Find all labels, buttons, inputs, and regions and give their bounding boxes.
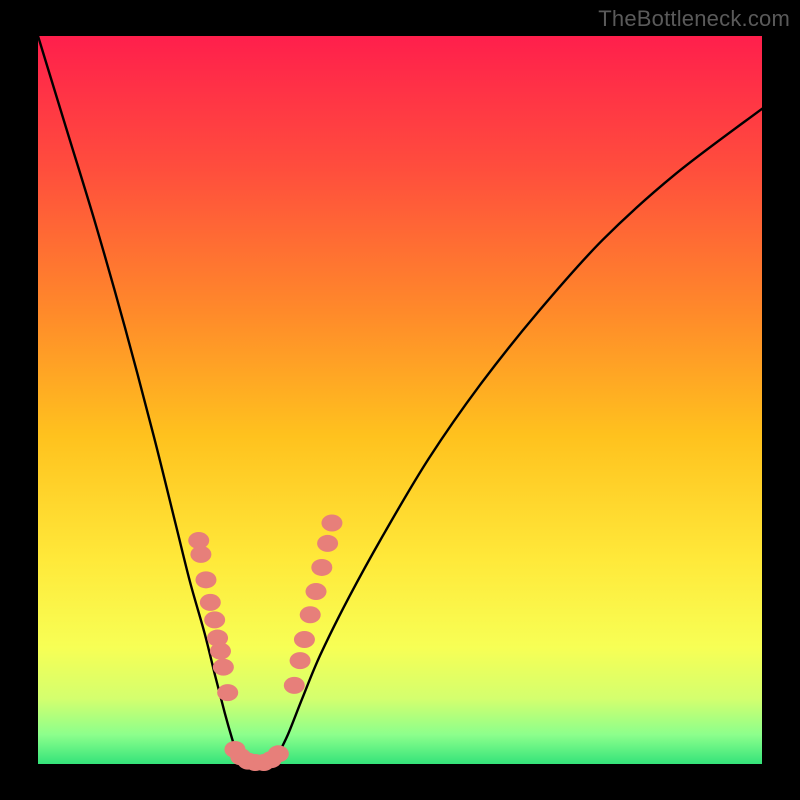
cluster-dot	[300, 606, 321, 623]
cluster-dot	[290, 652, 311, 669]
cluster-dot	[321, 515, 342, 532]
cluster-dot	[217, 684, 238, 701]
cluster-dot	[213, 659, 234, 676]
cluster-dot	[204, 611, 225, 628]
cluster-dot	[311, 559, 332, 576]
cluster-dot	[200, 594, 221, 611]
cluster-dot	[190, 546, 211, 563]
cluster-dot	[294, 631, 315, 648]
attribution-text: TheBottleneck.com	[598, 6, 790, 32]
cluster-dot	[210, 643, 231, 660]
cluster-dot	[268, 745, 289, 762]
cluster-dot	[317, 535, 338, 552]
bottleneck-chart	[0, 0, 800, 800]
cluster-dot	[284, 677, 305, 694]
chart-stage: TheBottleneck.com	[0, 0, 800, 800]
cluster-dot	[306, 583, 327, 600]
cluster-dot	[195, 571, 216, 588]
plot-background	[38, 36, 762, 764]
